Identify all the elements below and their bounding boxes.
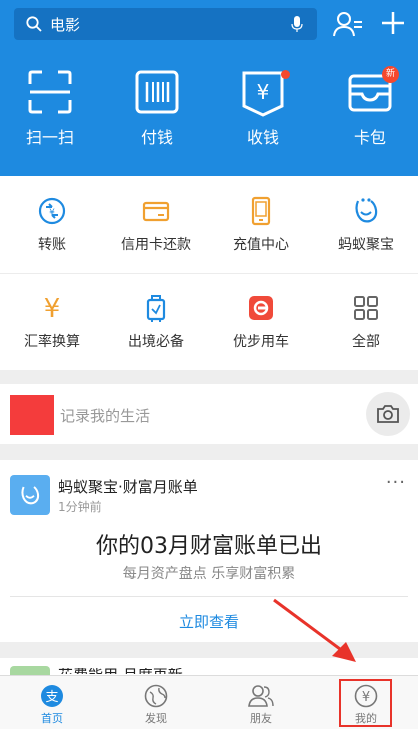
svg-text:¥: ¥ (49, 208, 55, 218)
ant-fortune-icon (355, 198, 378, 223)
grid-item-transfer[interactable]: ¥ 转账 (0, 176, 104, 273)
card-headline: 你的03月财富账单已出 (96, 534, 322, 559)
search-icon (26, 16, 42, 32)
quick-action-label: 收钱 (246, 128, 279, 147)
phone-recharge-icon (251, 196, 271, 226)
card-logo (10, 475, 50, 515)
grid-item-label: 汇率换算 (24, 334, 80, 350)
quick-action-label: 扫一扫 (25, 128, 74, 147)
quick-action-receive[interactable]: ¥ 收钱 (233, 70, 293, 148)
more-options-button[interactable]: ··· (386, 472, 406, 493)
card-subtitle: 每月资产盘点 乐享财富积累 (122, 566, 296, 582)
grid-item-credit-card[interactable]: 信用卡还款 (104, 176, 208, 273)
ant-fortune-icon (21, 486, 40, 505)
avatar[interactable] (10, 395, 54, 435)
grid-item-label: 蚂蚁聚宝 (338, 237, 394, 253)
grid-item-label: 出境必备 (128, 334, 184, 350)
search-bar[interactable]: 电影 (14, 8, 317, 40)
arrow-annotation-icon (273, 598, 356, 662)
grid-item-luggage[interactable]: 出境必备 (104, 273, 208, 370)
quick-action-scan[interactable]: 扫一扫 (20, 70, 80, 148)
quick-action-label: 付钱 (140, 128, 173, 147)
exchange-rate-icon: ¥ (44, 294, 61, 323)
transfer-icon: ¥ (38, 197, 66, 225)
card-timestamp: 1分钟前 (58, 500, 102, 514)
tab-home[interactable]: 支 首页 (0, 676, 104, 729)
notification-dot (281, 70, 290, 79)
record-input[interactable]: 记录我的生活 (60, 405, 150, 426)
tab-friends[interactable]: 朋友 (209, 676, 313, 729)
home-alipay-icon: 支 (41, 685, 63, 707)
grid-item-all[interactable]: 全部 (314, 273, 418, 370)
alipay-home-screen: 电影 扫一扫 付钱 ¥ 收钱 新 卡包 ¥ 转账 信用卡还款 充值中心 蚂蚁聚宝… (0, 0, 418, 729)
credit-card-icon (142, 201, 170, 222)
grid-item-label: 优步用车 (233, 334, 289, 350)
highlight-box (339, 679, 392, 727)
receive-money-icon: ¥ (242, 71, 284, 117)
quick-action-pay[interactable]: 付钱 (127, 70, 187, 148)
grid-item-label: 全部 (352, 334, 380, 350)
plus-icon[interactable] (380, 10, 406, 36)
tab-discover[interactable]: 发现 (104, 676, 208, 729)
tab-label: 首页 (41, 712, 63, 725)
header: 电影 扫一扫 付钱 ¥ 收钱 新 卡包 (0, 0, 418, 176)
discover-icon (144, 684, 168, 708)
card-title: 花费能用 月度再新 (58, 668, 208, 674)
tab-label: 朋友 (250, 712, 272, 725)
grid-item-label: 充值中心 (233, 237, 289, 253)
svg-text:¥: ¥ (257, 80, 270, 104)
life-record-bar[interactable]: 记录我的生活 (0, 384, 418, 444)
grid-item-uber[interactable]: 优步用车 (209, 273, 313, 370)
search-input[interactable]: 电影 (50, 14, 80, 35)
service-grid: ¥ 转账 信用卡还款 充值中心 蚂蚁聚宝 ¥ 汇率换算 出境必备 优步用车 全部 (0, 176, 418, 370)
quick-action-card-wallet[interactable]: 新 卡包 (340, 66, 400, 148)
luggage-icon (146, 295, 166, 322)
grid-item-label: 转账 (38, 237, 66, 253)
uber-icon (249, 296, 273, 320)
grid-item-ant-fortune[interactable]: 蚂蚁聚宝 (314, 176, 418, 273)
grid-all-icon (354, 296, 378, 320)
svg-text:支: 支 (45, 690, 58, 705)
svg-text:¥: ¥ (44, 294, 61, 323)
camera-icon (377, 405, 399, 423)
tab-label: 发现 (145, 712, 167, 725)
contacts-icon[interactable] (333, 10, 363, 38)
grid-item-recharge[interactable]: 充值中心 (209, 176, 313, 273)
quick-action-label: 卡包 (353, 128, 386, 147)
card-title: 蚂蚁聚宝·财富月账单 (58, 478, 198, 496)
new-badge: 新 (382, 66, 399, 83)
microphone-icon[interactable] (291, 15, 303, 33)
camera-button[interactable] (366, 392, 410, 436)
barcode-icon (135, 70, 179, 114)
scan-icon (28, 70, 72, 114)
grid-item-label: 信用卡还款 (121, 237, 191, 253)
grid-item-exchange-rate[interactable]: ¥ 汇率换算 (0, 273, 104, 370)
friends-icon (248, 685, 274, 707)
